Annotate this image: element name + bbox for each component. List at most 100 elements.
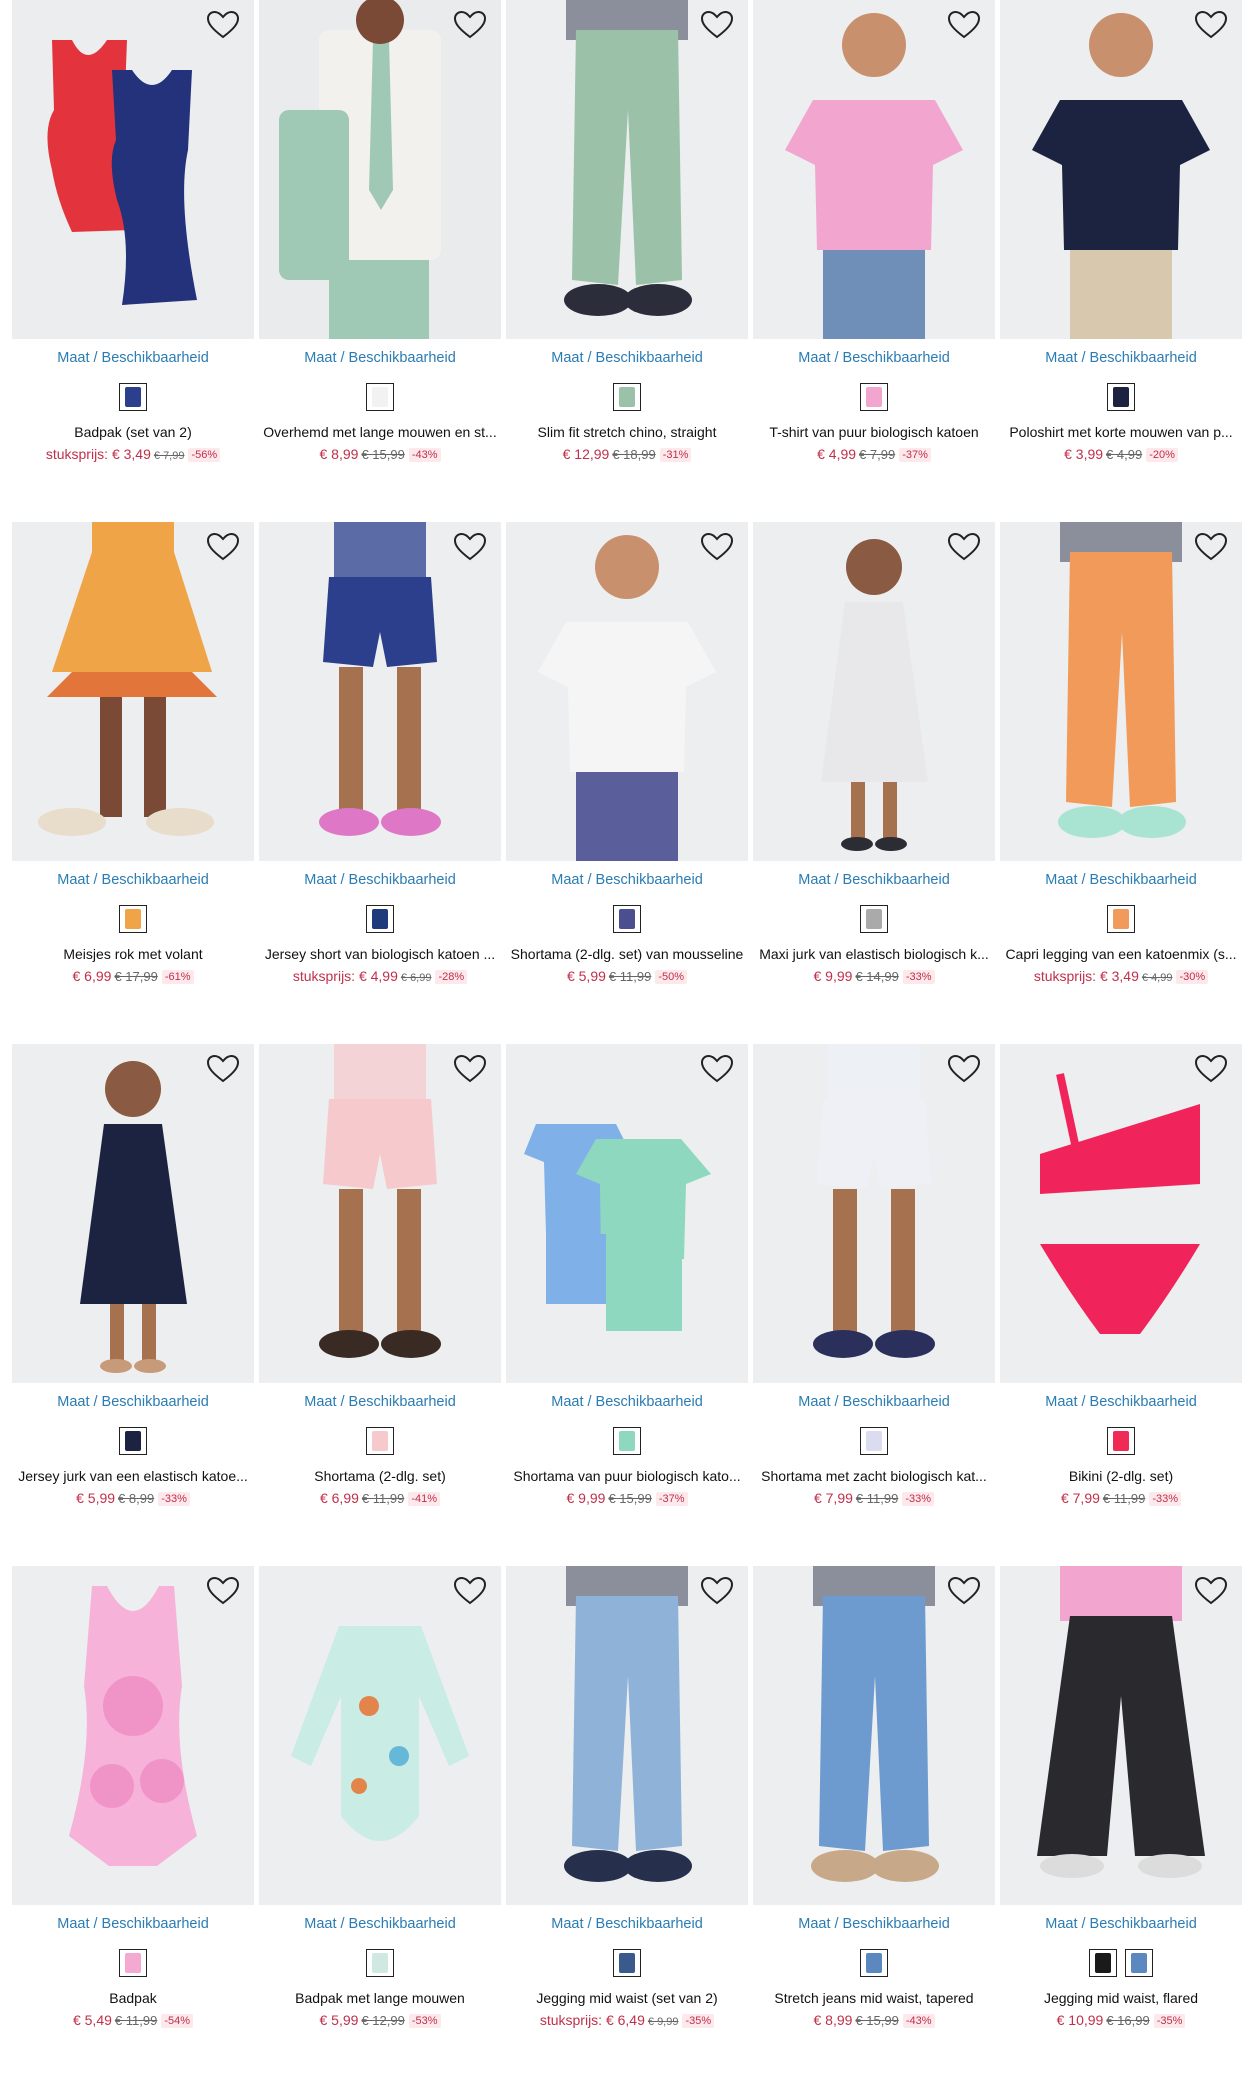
product-title[interactable]: Badpak [12, 1990, 254, 2006]
color-swatch[interactable] [860, 1427, 888, 1455]
wishlist-heart-icon[interactable] [453, 1576, 487, 1606]
product-card[interactable]: Maat / Beschikbaarheid Shortama met zach… [753, 1044, 995, 1566]
color-swatch[interactable] [860, 1949, 888, 1977]
product-title[interactable]: Badpak met lange mouwen [259, 1990, 501, 2006]
product-title[interactable]: Maxi jurk van elastisch biologisch k... [753, 946, 995, 962]
wishlist-heart-icon[interactable] [453, 1054, 487, 1084]
product-image[interactable] [753, 0, 995, 339]
product-title[interactable]: Shortama (2-dlg. set) [259, 1468, 501, 1484]
wishlist-heart-icon[interactable] [947, 10, 981, 40]
color-swatch[interactable] [1089, 1949, 1117, 1977]
color-swatch[interactable] [1107, 905, 1135, 933]
product-image[interactable] [1000, 1566, 1242, 1905]
product-title[interactable]: Badpak (set van 2) [12, 424, 254, 440]
product-card[interactable]: Maat / Beschikbaarheid Jegging mid waist… [506, 1566, 748, 2088]
product-title[interactable]: Meisjes rok met volant [12, 946, 254, 962]
wishlist-heart-icon[interactable] [206, 1054, 240, 1084]
size-availability-link[interactable]: Maat / Beschikbaarheid [506, 1916, 748, 1932]
product-image[interactable] [506, 1044, 748, 1383]
product-title[interactable]: Overhemd met lange mouwen en st... [259, 424, 501, 440]
product-title[interactable]: Jersey jurk van een elastisch katoe... [12, 1468, 254, 1484]
product-title[interactable]: Shortama (2-dlg. set) van mousseline [506, 946, 748, 962]
product-image[interactable] [506, 522, 748, 861]
size-availability-link[interactable]: Maat / Beschikbaarheid [753, 1394, 995, 1410]
product-card[interactable]: Maat / Beschikbaarheid Shortama (2-dlg. … [259, 1044, 501, 1566]
color-swatch[interactable] [1107, 1427, 1135, 1455]
product-card[interactable]: Maat / Beschikbaarheid Badpak (set van 2… [12, 0, 254, 522]
wishlist-heart-icon[interactable] [947, 1576, 981, 1606]
size-availability-link[interactable]: Maat / Beschikbaarheid [1000, 1394, 1242, 1410]
wishlist-heart-icon[interactable] [1194, 1054, 1228, 1084]
color-swatch[interactable] [613, 383, 641, 411]
product-card[interactable]: Maat / Beschikbaarheid Maxi jurk van ela… [753, 522, 995, 1044]
product-image[interactable] [506, 1566, 748, 1905]
wishlist-heart-icon[interactable] [1194, 532, 1228, 562]
product-card[interactable]: Maat / Beschikbaarheid Shortama van puur… [506, 1044, 748, 1566]
product-image[interactable] [259, 1566, 501, 1905]
size-availability-link[interactable]: Maat / Beschikbaarheid [506, 872, 748, 888]
product-card[interactable]: Maat / Beschikbaarheid Shortama (2-dlg. … [506, 522, 748, 1044]
size-availability-link[interactable]: Maat / Beschikbaarheid [753, 350, 995, 366]
wishlist-heart-icon[interactable] [1194, 1576, 1228, 1606]
color-swatch[interactable] [613, 1949, 641, 1977]
product-title[interactable]: T-shirt van puur biologisch katoen [753, 424, 995, 440]
product-title[interactable]: Poloshirt met korte mouwen van p... [1000, 424, 1242, 440]
product-card[interactable]: Maat / Beschikbaarheid Meisjes rok met v… [12, 522, 254, 1044]
color-swatch[interactable] [613, 1427, 641, 1455]
product-card[interactable]: Maat / Beschikbaarheid Bikini (2-dlg. se… [1000, 1044, 1242, 1566]
product-card[interactable]: Maat / Beschikbaarheid Overhemd met lang… [259, 0, 501, 522]
product-title[interactable]: Capri legging van een katoenmix (s... [1000, 946, 1242, 962]
product-image[interactable] [12, 1566, 254, 1905]
color-swatch[interactable] [366, 905, 394, 933]
product-card[interactable]: Maat / Beschikbaarheid Stretch jeans mid… [753, 1566, 995, 2088]
product-card[interactable]: Maat / Beschikbaarheid T-shirt van puur … [753, 0, 995, 522]
wishlist-heart-icon[interactable] [700, 1576, 734, 1606]
wishlist-heart-icon[interactable] [700, 532, 734, 562]
wishlist-heart-icon[interactable] [947, 532, 981, 562]
product-image[interactable] [506, 0, 748, 339]
product-image[interactable] [12, 0, 254, 339]
wishlist-heart-icon[interactable] [206, 532, 240, 562]
size-availability-link[interactable]: Maat / Beschikbaarheid [259, 1916, 501, 1932]
product-image[interactable] [1000, 1044, 1242, 1383]
product-card[interactable]: Maat / Beschikbaarheid Poloshirt met kor… [1000, 0, 1242, 522]
size-availability-link[interactable]: Maat / Beschikbaarheid [506, 350, 748, 366]
product-title[interactable]: Slim fit stretch chino, straight [506, 424, 748, 440]
wishlist-heart-icon[interactable] [453, 10, 487, 40]
wishlist-heart-icon[interactable] [206, 1576, 240, 1606]
color-swatch[interactable] [613, 905, 641, 933]
size-availability-link[interactable]: Maat / Beschikbaarheid [259, 1394, 501, 1410]
product-image[interactable] [259, 522, 501, 861]
size-availability-link[interactable]: Maat / Beschikbaarheid [12, 1394, 254, 1410]
size-availability-link[interactable]: Maat / Beschikbaarheid [1000, 1916, 1242, 1932]
product-title[interactable]: Jegging mid waist, flared [1000, 1990, 1242, 2006]
size-availability-link[interactable]: Maat / Beschikbaarheid [259, 872, 501, 888]
wishlist-heart-icon[interactable] [700, 1054, 734, 1084]
product-card[interactable]: Maat / Beschikbaarheid Capri legging van… [1000, 522, 1242, 1044]
product-title[interactable]: Stretch jeans mid waist, tapered [753, 1990, 995, 2006]
size-availability-link[interactable]: Maat / Beschikbaarheid [12, 872, 254, 888]
color-swatch[interactable] [1125, 1949, 1153, 1977]
size-availability-link[interactable]: Maat / Beschikbaarheid [506, 1394, 748, 1410]
product-card[interactable]: Maat / Beschikbaarheid Jersey short van … [259, 522, 501, 1044]
color-swatch[interactable] [119, 1427, 147, 1455]
wishlist-heart-icon[interactable] [453, 532, 487, 562]
product-image[interactable] [753, 1044, 995, 1383]
product-card[interactable]: Maat / Beschikbaarheid Badpak met lange … [259, 1566, 501, 2088]
wishlist-heart-icon[interactable] [947, 1054, 981, 1084]
size-availability-link[interactable]: Maat / Beschikbaarheid [259, 350, 501, 366]
product-image[interactable] [1000, 0, 1242, 339]
size-availability-link[interactable]: Maat / Beschikbaarheid [12, 1916, 254, 1932]
product-title[interactable]: Jegging mid waist (set van 2) [506, 1990, 748, 2006]
product-card[interactable]: Maat / Beschikbaarheid Jegging mid waist… [1000, 1566, 1242, 2088]
color-swatch[interactable] [860, 905, 888, 933]
product-image[interactable] [12, 1044, 254, 1383]
color-swatch[interactable] [366, 1427, 394, 1455]
product-image[interactable] [1000, 522, 1242, 861]
product-image[interactable] [753, 522, 995, 861]
color-swatch[interactable] [1107, 383, 1135, 411]
product-image[interactable] [259, 0, 501, 339]
product-card[interactable]: Maat / Beschikbaarheid Slim fit stretch … [506, 0, 748, 522]
wishlist-heart-icon[interactable] [206, 10, 240, 40]
wishlist-heart-icon[interactable] [1194, 10, 1228, 40]
